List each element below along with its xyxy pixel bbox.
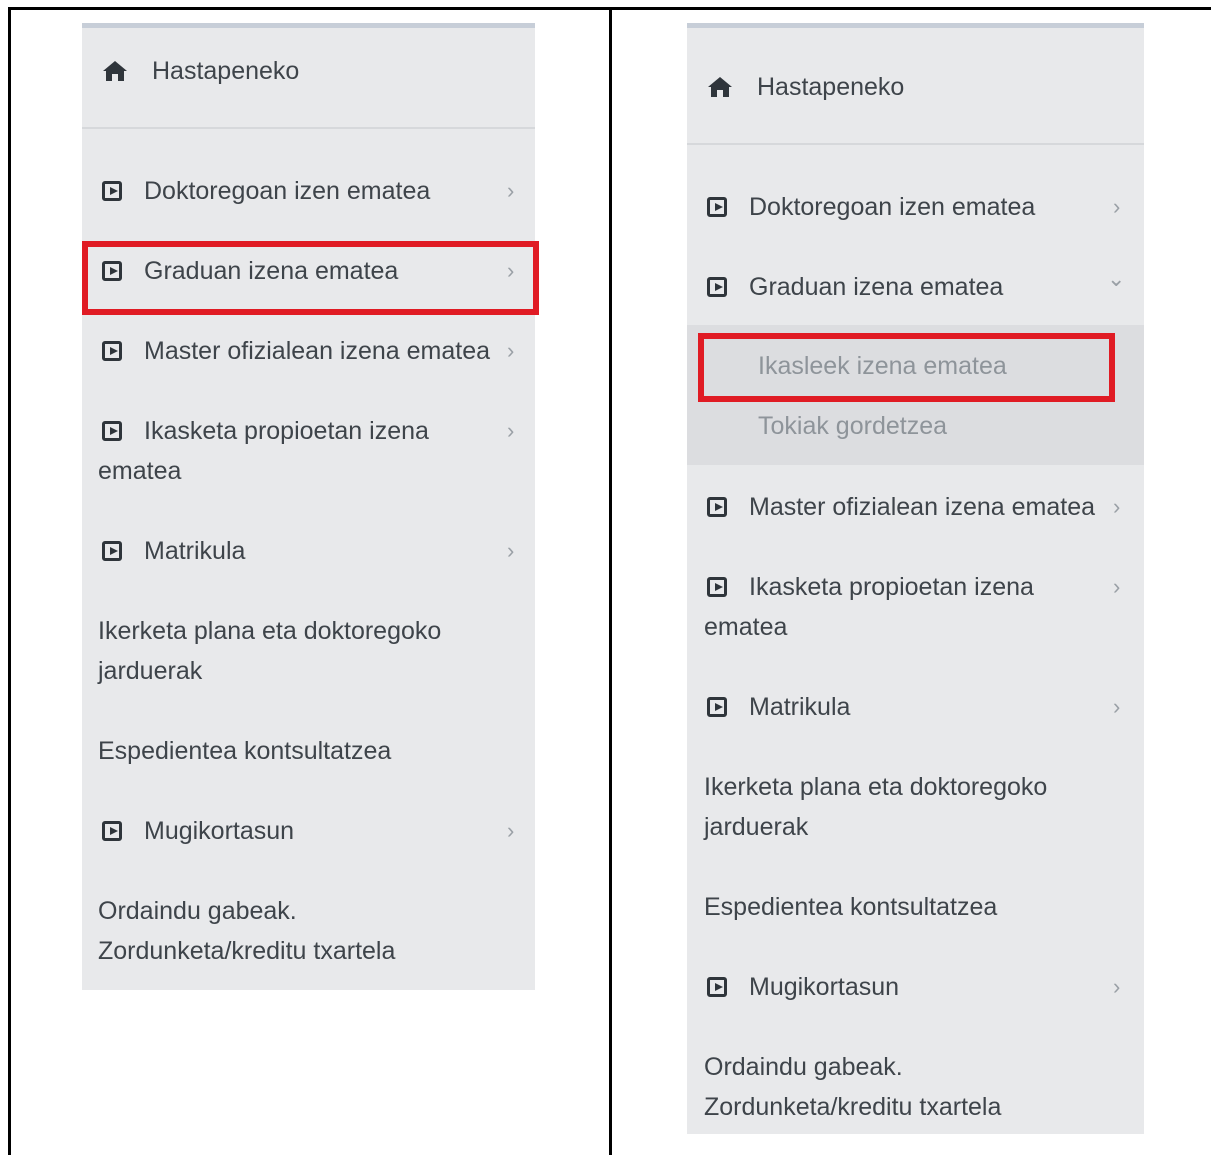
home-divider (82, 127, 535, 129)
menu-item-ikerketa-plana[interactable]: Ikerketa plana eta doktoregoko jarduerak (82, 611, 535, 691)
play-square-icon (102, 421, 122, 441)
home-label: Hastapeneko (152, 56, 300, 85)
menu-item-matrikula[interactable]: Matrikula › (687, 687, 1144, 727)
play-square-icon (707, 977, 727, 997)
home-icon (708, 77, 732, 97)
menu-item-label: Doktoregoan izen ematea (749, 193, 1036, 221)
menu-item-graduan[interactable]: Graduan izena ematea ⌄ (687, 266, 1144, 307)
menu-item-espedientea[interactable]: Espedientea kontsultatzea (82, 731, 535, 771)
menu-item-master[interactable]: Master ofizialean izena ematea › (82, 331, 535, 371)
menu-item-mugikortasun[interactable]: Mugikortasun › (687, 967, 1144, 1007)
frame-left (8, 7, 11, 1155)
play-square-icon (707, 497, 727, 517)
menu-item-espedientea[interactable]: Espedientea kontsultatzea (687, 887, 1144, 927)
menu-item-matrikula[interactable]: Matrikula › (82, 531, 535, 571)
menu-item-doktoregoan[interactable]: Doktoregoan izen ematea › (82, 171, 535, 211)
menu-item-label-line1: Ordaindu gabeak. (98, 897, 297, 925)
chevron-down-icon: ⌄ (1107, 266, 1126, 291)
sidebar-menu-expanded: Hastapeneko Doktoregoan izen ematea › Gr… (687, 23, 1144, 1134)
menu-item-label: Espedientea kontsultatzea (704, 893, 998, 921)
menu-item-label-line2: Zordunketa/kreditu txartela (704, 1093, 1002, 1121)
menu-item-label: Graduan izena ematea (749, 273, 1004, 301)
chevron-right-icon: › (1113, 974, 1121, 999)
menu-item-label: Master ofizialean izena ematea (144, 337, 491, 365)
panel-topbar (82, 23, 535, 28)
menu-item-label-line1: Ikasketa propioetan izena (144, 417, 429, 445)
menu-item-label: Mugikortasun (144, 817, 295, 845)
chevron-right-icon: › (1113, 494, 1121, 519)
menu-item-label-line2: ematea (98, 457, 182, 485)
menu-item-label-line2: jarduerak (98, 657, 203, 685)
chevron-right-icon: › (1113, 574, 1121, 599)
play-square-icon (102, 341, 122, 361)
submenu-item-tokiak[interactable]: Tokiak gordetzea (758, 406, 947, 446)
menu-item-label: Mugikortasun (749, 973, 900, 1001)
menu-item-ikerketa-plana[interactable]: Ikerketa plana eta doktoregoko jarduerak (687, 767, 1144, 847)
menu-item-doktoregoan[interactable]: Doktoregoan izen ematea › (687, 187, 1144, 227)
menu-item-label-line1: Ikerketa plana eta doktoregoko (98, 617, 442, 645)
menu-item-label: Matrikula (144, 537, 246, 565)
menu-item-ikasketa-propioetan[interactable]: Ikasketa propioetan izena ematea › (687, 567, 1144, 647)
play-square-icon (707, 697, 727, 717)
menu-item-master[interactable]: Master ofizialean izena ematea › (687, 487, 1144, 527)
chevron-right-icon: › (1113, 194, 1121, 219)
play-square-icon (707, 577, 727, 597)
chevron-right-icon: › (507, 818, 515, 843)
menu-item-ikasketa-propioetan[interactable]: Ikasketa propioetan izena ematea › (82, 411, 535, 491)
frame-divider (609, 7, 612, 1155)
menu-item-label: Doktoregoan izen ematea (144, 177, 431, 205)
menu-item-label-line2: jarduerak (704, 813, 809, 841)
chevron-right-icon: › (507, 178, 515, 203)
chevron-right-icon: › (507, 418, 515, 443)
menu-item-mugikortasun[interactable]: Mugikortasun › (82, 811, 535, 851)
chevron-right-icon: › (507, 338, 515, 363)
chevron-right-icon: › (507, 538, 515, 563)
menu-item-label: Master ofizialean izena ematea (749, 493, 1096, 521)
menu-item-home[interactable]: Hastapeneko (707, 67, 1144, 107)
home-icon (103, 61, 127, 81)
highlight-box-ikasleek (698, 333, 1115, 402)
play-square-icon (102, 181, 122, 201)
menu-item-label-line2: ematea (704, 613, 788, 641)
play-square-icon (102, 541, 122, 561)
menu-item-label: Espedientea kontsultatzea (98, 737, 392, 765)
home-label: Hastapeneko (757, 72, 905, 101)
menu-item-ordaindu-gabeak[interactable]: Ordaindu gabeak. Zordunketa/kreditu txar… (82, 891, 535, 971)
chevron-right-icon: › (1113, 694, 1121, 719)
menu-item-label-line2: Zordunketa/kreditu txartela (98, 937, 396, 965)
menu-item-label-line1: Ikasketa propioetan izena (749, 573, 1034, 601)
play-square-icon (707, 197, 727, 217)
panel-topbar (687, 23, 1144, 28)
sidebar-menu-collapsed: Hastapeneko Doktoregoan izen ematea › Gr… (82, 23, 535, 990)
highlight-box-graduan (82, 241, 539, 315)
menu-item-home[interactable]: Hastapeneko (102, 51, 535, 91)
play-square-icon (102, 821, 122, 841)
menu-item-label-line1: Ordaindu gabeak. (704, 1053, 903, 1081)
play-square-icon (707, 277, 727, 297)
menu-item-ordaindu-gabeak[interactable]: Ordaindu gabeak. Zordunketa/kreditu txar… (687, 1047, 1144, 1127)
home-divider (687, 143, 1144, 145)
menu-item-label: Matrikula (749, 693, 851, 721)
menu-item-label-line1: Ikerketa plana eta doktoregoko (704, 773, 1048, 801)
